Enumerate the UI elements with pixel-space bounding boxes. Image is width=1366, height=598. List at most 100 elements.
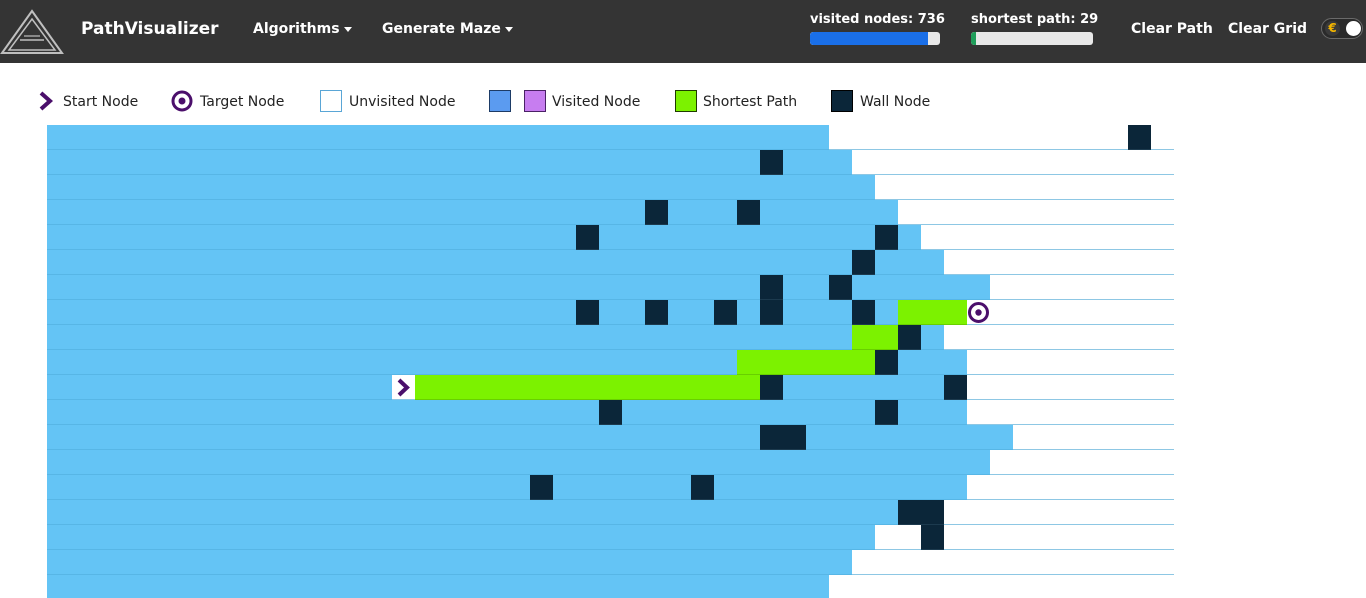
visited-cell[interactable] (622, 125, 646, 150)
unvisited-cell[interactable] (1128, 425, 1152, 450)
visited-cell[interactable] (622, 225, 646, 250)
path-cell[interactable] (783, 350, 807, 375)
unvisited-cell[interactable] (1128, 525, 1152, 550)
visited-cell[interactable] (484, 300, 508, 325)
visited-cell[interactable] (507, 550, 531, 575)
visited-cell[interactable] (783, 400, 807, 425)
visited-cell[interactable] (668, 500, 692, 525)
visited-cell[interactable] (277, 475, 301, 500)
visited-cell[interactable] (783, 275, 807, 300)
visited-cell[interactable] (254, 375, 278, 400)
visited-cell[interactable] (277, 400, 301, 425)
visited-cell[interactable] (668, 400, 692, 425)
visited-cell[interactable] (714, 475, 738, 500)
path-cell[interactable] (461, 375, 485, 400)
visited-cell[interactable] (507, 525, 531, 550)
visited-cell[interactable] (461, 175, 485, 200)
visited-cell[interactable] (829, 475, 853, 500)
visited-cell[interactable] (254, 525, 278, 550)
visited-cell[interactable] (346, 450, 370, 475)
visited-cell[interactable] (691, 525, 715, 550)
visited-cell[interactable] (484, 550, 508, 575)
visited-cell[interactable] (93, 500, 117, 525)
visited-cell[interactable] (162, 350, 186, 375)
visited-cell[interactable] (484, 450, 508, 475)
unvisited-cell[interactable] (1059, 300, 1083, 325)
visited-cell[interactable] (852, 400, 876, 425)
visited-cell[interactable] (369, 375, 393, 400)
unvisited-cell[interactable] (1059, 200, 1083, 225)
visited-cell[interactable] (438, 250, 462, 275)
path-cell[interactable] (415, 375, 439, 400)
theme-toggle[interactable]: € (1321, 18, 1363, 39)
path-cell[interactable] (691, 375, 715, 400)
unvisited-cell[interactable] (875, 525, 899, 550)
visited-cell[interactable] (369, 575, 393, 598)
visited-cell[interactable] (737, 275, 761, 300)
visited-cell[interactable] (47, 250, 71, 275)
visited-cell[interactable] (277, 250, 301, 275)
visited-cell[interactable] (553, 125, 577, 150)
visited-cell[interactable] (415, 575, 439, 598)
visited-cell[interactable] (438, 225, 462, 250)
visited-cell[interactable] (921, 250, 945, 275)
visited-cell[interactable] (714, 500, 738, 525)
visited-cell[interactable] (622, 175, 646, 200)
visited-cell[interactable] (461, 275, 485, 300)
target-node[interactable] (967, 300, 991, 325)
unvisited-cell[interactable] (1128, 325, 1152, 350)
visited-cell[interactable] (461, 500, 485, 525)
path-cell[interactable] (714, 375, 738, 400)
visited-cell[interactable] (47, 400, 71, 425)
visited-cell[interactable] (93, 225, 117, 250)
visited-cell[interactable] (645, 400, 669, 425)
clear-grid-button[interactable]: Clear Grid (1228, 21, 1307, 37)
unvisited-cell[interactable] (1128, 300, 1152, 325)
visited-cell[interactable] (277, 125, 301, 150)
visited-cell[interactable] (760, 400, 784, 425)
visited-cell[interactable] (185, 525, 209, 550)
visited-cell[interactable] (645, 475, 669, 500)
visited-cell[interactable] (254, 575, 278, 598)
visited-cell[interactable] (530, 125, 554, 150)
visited-cell[interactable] (599, 525, 623, 550)
unvisited-cell[interactable] (990, 200, 1014, 225)
visited-cell[interactable] (162, 550, 186, 575)
visited-cell[interactable] (691, 575, 715, 598)
visited-cell[interactable] (254, 200, 278, 225)
unvisited-cell[interactable] (967, 400, 991, 425)
visited-cell[interactable] (93, 175, 117, 200)
wall-cell[interactable] (1128, 125, 1152, 150)
unvisited-cell[interactable] (1082, 150, 1106, 175)
visited-cell[interactable] (760, 175, 784, 200)
visited-cell[interactable] (622, 550, 646, 575)
visited-cell[interactable] (599, 575, 623, 598)
visited-cell[interactable] (530, 500, 554, 525)
visited-cell[interactable] (300, 575, 324, 598)
visited-cell[interactable] (576, 550, 600, 575)
visited-cell[interactable] (530, 150, 554, 175)
visited-cell[interactable] (691, 175, 715, 200)
path-cell[interactable] (484, 375, 508, 400)
unvisited-cell[interactable] (944, 125, 968, 150)
visited-cell[interactable] (691, 500, 715, 525)
visited-cell[interactable] (852, 200, 876, 225)
unvisited-cell[interactable] (875, 575, 899, 598)
unvisited-cell[interactable] (898, 200, 922, 225)
visited-cell[interactable] (622, 250, 646, 275)
unvisited-cell[interactable] (1128, 500, 1152, 525)
visited-cell[interactable] (783, 125, 807, 150)
visited-cell[interactable] (645, 425, 669, 450)
pathfinding-grid[interactable] (47, 125, 1174, 598)
brand-title[interactable]: PathVisualizer (81, 19, 219, 39)
visited-cell[interactable] (737, 400, 761, 425)
visited-cell[interactable] (875, 200, 899, 225)
visited-cell[interactable] (507, 325, 531, 350)
visited-cell[interactable] (116, 275, 140, 300)
visited-cell[interactable] (231, 125, 255, 150)
visited-cell[interactable] (231, 250, 255, 275)
visited-cell[interactable] (668, 275, 692, 300)
visited-cell[interactable] (277, 425, 301, 450)
visited-cell[interactable] (70, 300, 94, 325)
unvisited-cell[interactable] (1036, 525, 1060, 550)
